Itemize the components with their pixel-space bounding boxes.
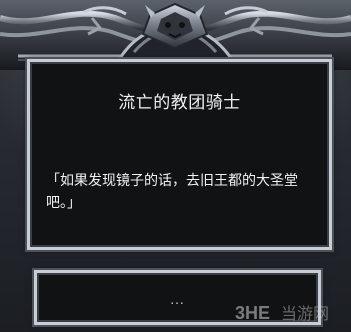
game-dialog-frame: 流亡的教团骑士 「如果发现镜子的话，去旧王都的大圣堂吧。」 ... 3HE 当游… [0, 0, 351, 332]
speaker-dialog-panel: 流亡的教团骑士 「如果发现镜子的话，去旧王都的大圣堂吧。」 [27, 59, 332, 250]
dialog-message: 「如果发现镜子的话，去旧王都的大圣堂吧。」 [46, 173, 298, 211]
continue-choice-label[interactable]: ... [37, 293, 318, 307]
continue-choice-panel[interactable]: ... [34, 270, 321, 325]
speaker-name: 流亡的教团骑士 [118, 93, 241, 113]
